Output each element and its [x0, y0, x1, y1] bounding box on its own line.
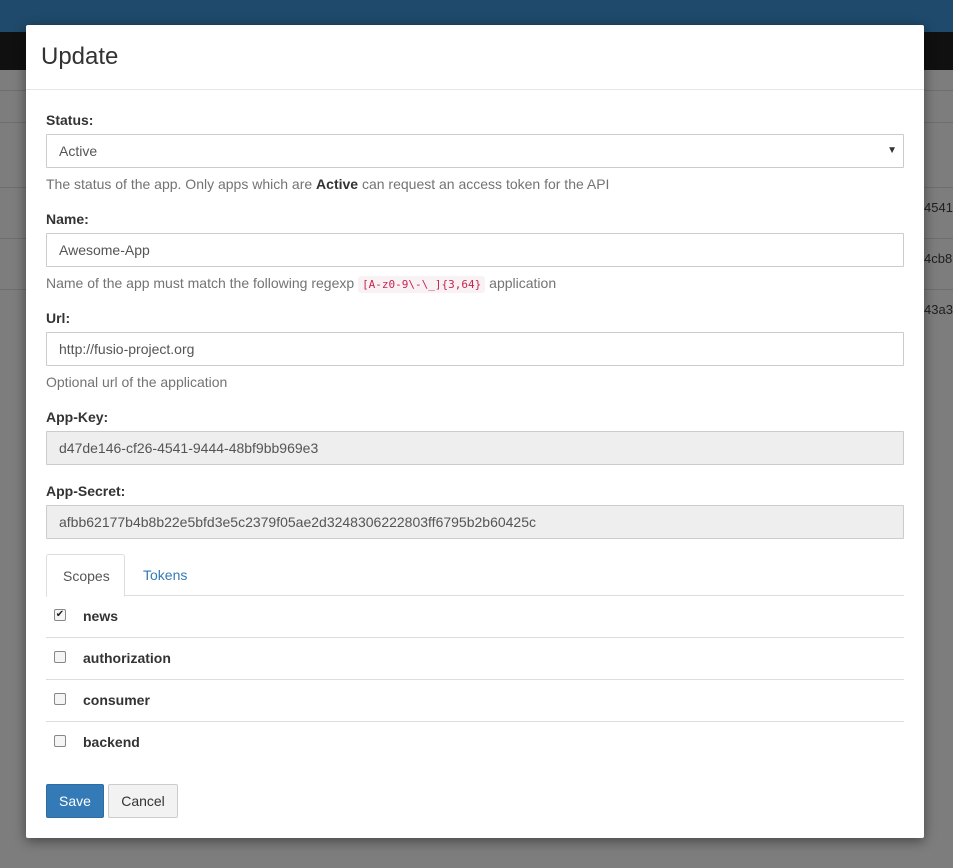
status-help-prefix: The status of the app. Only apps which a… [46, 176, 317, 192]
scope-row-news[interactable]: ✔ news [46, 596, 904, 638]
tab-scopes[interactable]: Scopes [46, 554, 125, 597]
background-table-cell: 4541- [924, 200, 953, 215]
save-button[interactable]: Save [46, 784, 104, 818]
caret-down-icon: ▼ [887, 145, 897, 156]
scope-label: news [83, 608, 119, 624]
consumer-checkbox[interactable] [54, 693, 66, 705]
name-help-prefix: Name of the app must match the following… [46, 275, 359, 291]
scope-row-backend[interactable]: backend [46, 722, 904, 764]
app-key-field[interactable]: d47de146-cf26-4541-9444-48bf9bb969e3 [46, 431, 904, 465]
url-help: Optional url of the application [46, 374, 228, 390]
update-app-modal: Update Status: Active ▼ The status of th… [26, 25, 924, 838]
name-help: Name of the app must match the following… [46, 275, 557, 293]
url-input[interactable]: http://fusio-project.org [46, 332, 904, 366]
modal-title: Update [41, 43, 119, 70]
status-label: Status: [46, 112, 94, 128]
modal-header: Update [26, 25, 924, 90]
scope-row-consumer[interactable]: consumer [46, 680, 904, 722]
background-table-cell: 43a3 [924, 302, 953, 317]
scope-label: authorization [83, 650, 171, 666]
status-select[interactable]: Active ▼ [46, 134, 904, 168]
app-secret-field[interactable]: afbb62177b4b8b22e5bfd3e5c2379f05ae2d3248… [46, 505, 904, 539]
status-help-bold: Active [316, 176, 359, 192]
name-help-suffix: application [485, 275, 557, 291]
status-help-suffix: can request an access token for the API [358, 176, 610, 192]
url-label: Url: [46, 310, 71, 326]
authorization-checkbox[interactable] [54, 651, 66, 663]
regexp-code: [A-z0-9\-\_]{3,64} [358, 276, 486, 293]
name-label: Name: [46, 211, 89, 227]
name-input[interactable]: Awesome-App [46, 233, 904, 267]
app-key-label: App-Key: [46, 409, 109, 425]
background-table-cell: 4cb8 [924, 251, 953, 266]
scope-row-authorization[interactable]: authorization [46, 638, 904, 680]
backend-checkbox[interactable] [54, 735, 66, 747]
status-select-value: Active [59, 143, 98, 159]
scope-label: backend [83, 734, 140, 750]
scope-token-tabs: Scopes Tokens [46, 554, 904, 597]
tab-tokens[interactable]: Tokens [127, 554, 203, 596]
status-help: The status of the app. Only apps which a… [46, 176, 609, 192]
cancel-button[interactable]: Cancel [108, 784, 178, 818]
news-checkbox[interactable]: ✔ [54, 609, 66, 621]
app-secret-label: App-Secret: [46, 483, 126, 499]
scope-label: consumer [83, 692, 150, 708]
